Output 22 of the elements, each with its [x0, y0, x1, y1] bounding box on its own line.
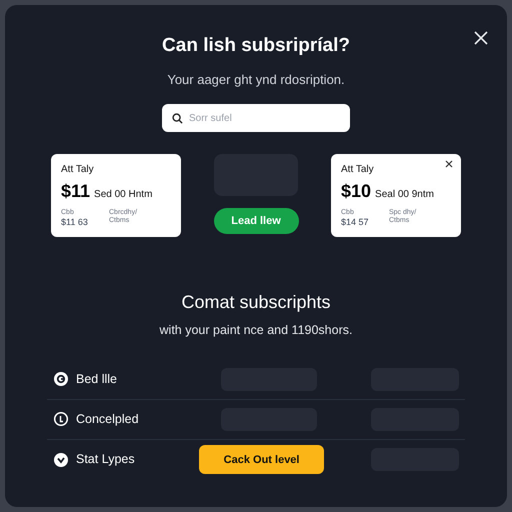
dialog-title: Can lish subsripríal?	[162, 34, 350, 58]
close-button[interactable]	[445, 160, 453, 168]
dialog-subtitle: Your aager ght ynd rdosription.	[167, 70, 345, 89]
section-title: Comat subscriphts	[181, 291, 331, 314]
plan-name: Att Taly	[61, 164, 95, 176]
row-label: Concelpled	[76, 410, 140, 428]
detail-value: $14 57	[341, 217, 370, 228]
section-subtitle: with your paint nce and 1190shors.	[160, 322, 352, 339]
price-note: Seal 00 9ntm	[375, 188, 434, 202]
plan-name: Att Taly	[341, 164, 375, 176]
row-icon	[53, 411, 69, 428]
search-field[interactable]: Sorr sufel	[162, 104, 350, 132]
row-icon	[53, 452, 69, 468]
row-icon	[53, 371, 69, 388]
plan-price: $10	[341, 180, 372, 202]
price-note: Sed 00 Hntm	[94, 188, 152, 202]
row-label: Bed llle	[76, 370, 118, 388]
plan-price: $11	[61, 180, 90, 202]
search-icon	[172, 113, 183, 124]
detail-value: $11 63	[61, 217, 89, 228]
row-label: Stat Lypes	[76, 451, 136, 468]
checkout-button[interactable]: Cack Out level	[199, 445, 324, 474]
